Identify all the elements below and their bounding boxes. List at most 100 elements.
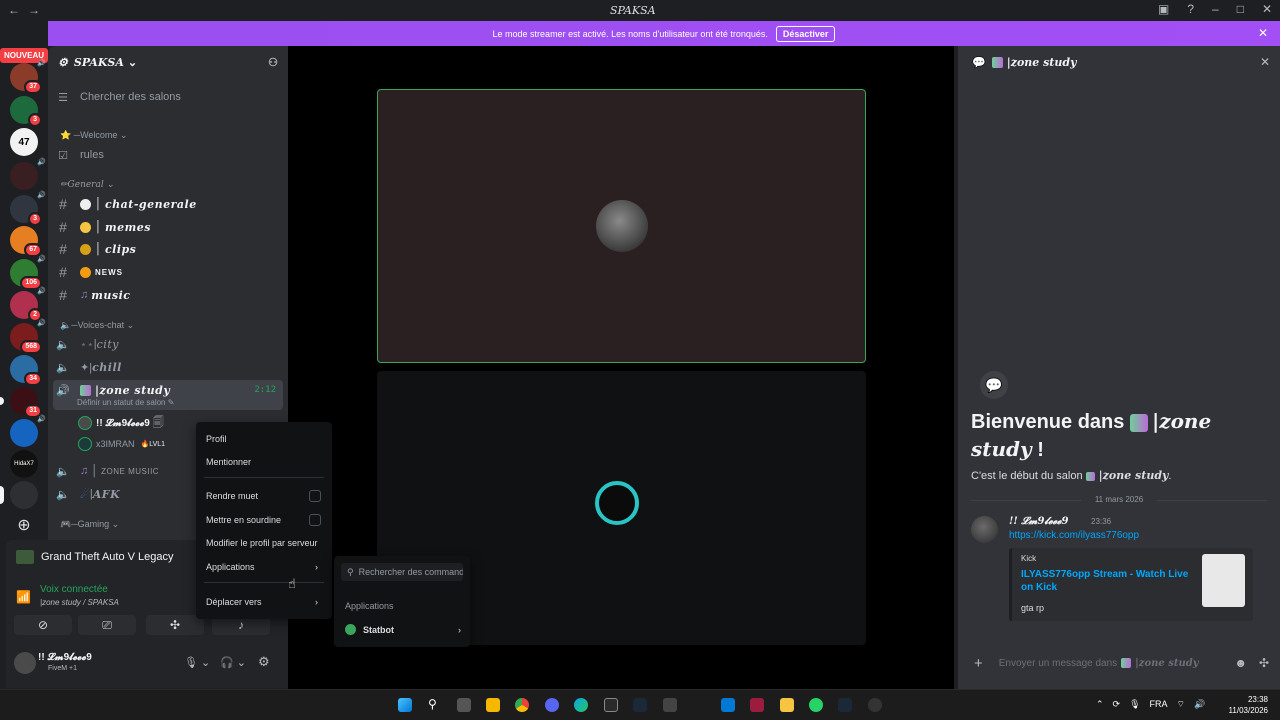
server-icon[interactable]: 67 bbox=[10, 226, 42, 257]
menu-item-profil[interactable]: Profil bbox=[206, 431, 324, 447]
nav-buttons[interactable]: ←→ bbox=[8, 3, 48, 17]
outlook-icon[interactable] bbox=[721, 698, 735, 712]
steam-icon[interactable] bbox=[838, 698, 852, 712]
chrome-icon[interactable] bbox=[515, 698, 529, 712]
avatar[interactable] bbox=[971, 516, 998, 543]
category-welcome[interactable]: ⭐ ─Welcome ⌄ bbox=[60, 130, 128, 141]
app-icon[interactable] bbox=[868, 698, 882, 712]
server-icon[interactable]: 🔊 568 bbox=[10, 320, 46, 354]
close-banner-icon[interactable]: ✕ bbox=[1258, 26, 1268, 40]
message-link[interactable]: https://kick.com/ilyass776opp bbox=[1009, 530, 1139, 541]
avatar[interactable] bbox=[14, 652, 36, 674]
channel-chill[interactable]: 🔈 ✦| chill bbox=[56, 356, 280, 378]
search-icon[interactable]: ⚲ bbox=[428, 698, 442, 712]
server-icon[interactable]: 🔊 2 bbox=[10, 288, 46, 322]
disable-streamer-button[interactable]: Désactiver bbox=[775, 25, 836, 42]
whatsapp-icon[interactable] bbox=[809, 698, 823, 712]
plus-icon[interactable]: + bbox=[974, 655, 983, 672]
emoji-icon[interactable]: ☻ bbox=[1234, 656, 1247, 670]
server-icon[interactable]: 🔊 3 bbox=[10, 192, 46, 226]
discord-icon[interactable] bbox=[545, 698, 559, 712]
command-search[interactable]: ⚲ Rechercher des commandes bbox=[341, 563, 463, 581]
server-icon[interactable]: HidaX7 bbox=[10, 450, 38, 478]
server-icon[interactable]: 🔊 bbox=[10, 416, 46, 447]
checkbox[interactable] bbox=[309, 514, 321, 526]
category-gaming[interactable]: 🎮─Gaming ⌄ bbox=[60, 519, 119, 530]
channel-news[interactable]: # NEWS bbox=[56, 261, 280, 283]
screen-share-button[interactable]: ⎚ bbox=[78, 615, 136, 635]
clock[interactable]: 23:38 11/03/2026 bbox=[1229, 694, 1268, 716]
microphone-icon[interactable]: 🎙 ⌄ bbox=[184, 656, 210, 669]
server-icon[interactable]: 🔊 bbox=[10, 159, 46, 190]
server-icon[interactable]: 🔊 37 bbox=[10, 60, 46, 94]
app-icon[interactable] bbox=[750, 698, 764, 712]
menu-item-rendre-muet[interactable]: Rendre muet bbox=[206, 488, 324, 504]
rockstar-icon[interactable] bbox=[486, 698, 500, 712]
add-server-icon[interactable]: ⊕ bbox=[10, 513, 38, 541]
user-name[interactable]: !! 𝓛𝓶9𝓵𝓮𝓮𝓮9 bbox=[38, 652, 92, 663]
microphone-icon[interactable]: 🎙 bbox=[1129, 699, 1140, 710]
chat-bubble-icon: 💬 bbox=[972, 55, 986, 69]
help-icon[interactable]: ? bbox=[1187, 2, 1194, 16]
channel-chat-generale[interactable]: # │ chat-generale bbox=[56, 193, 280, 215]
wifi-icon[interactable]: ⌔ bbox=[1177, 699, 1185, 710]
participant-tile[interactable] bbox=[377, 89, 866, 363]
channel-city[interactable]: 🔈 ⋆⋆ | city bbox=[56, 333, 280, 355]
task-view-icon[interactable] bbox=[457, 698, 471, 712]
edge-icon[interactable] bbox=[574, 698, 588, 712]
guild-header[interactable]: ⚙ SPAKSA ⌄ ⚇ bbox=[48, 46, 288, 78]
menu-item-sourdine[interactable]: Mettre en sourdine bbox=[206, 512, 324, 528]
minimize-icon[interactable]: – bbox=[1212, 2, 1219, 16]
message-input[interactable]: + Envoyer un message dans |zone study ☻ … bbox=[968, 650, 1273, 676]
chevron-up-icon[interactable]: ⌃ bbox=[1096, 699, 1104, 710]
category-voices[interactable]: 🔈─Voices-chat ⌄ bbox=[60, 320, 134, 331]
menu-item-applications[interactable]: Applications › bbox=[206, 559, 324, 575]
channel-music[interactable]: # ♫ music bbox=[56, 284, 280, 306]
channel-memes[interactable]: # │ memes bbox=[56, 216, 280, 238]
add-member-icon[interactable]: ⚇ bbox=[268, 56, 278, 69]
language-indicator[interactable]: FRA bbox=[1150, 699, 1168, 710]
inbox-icon[interactable]: ▣ bbox=[1158, 2, 1169, 16]
voice-channel-path[interactable]: |zone study / SPAKSA bbox=[40, 598, 119, 607]
headphones-icon[interactable]: 🎧 ⌄ bbox=[220, 656, 246, 669]
checkbox[interactable] bbox=[309, 490, 321, 502]
channel-status-setter[interactable]: Définir un statut de salon ✎ bbox=[77, 398, 174, 407]
apps-icon[interactable]: ✣ bbox=[1259, 656, 1269, 670]
activities-button[interactable]: ✣ bbox=[146, 615, 204, 635]
steam-icon[interactable] bbox=[633, 698, 647, 712]
store-icon[interactable] bbox=[663, 698, 677, 712]
channel-rules[interactable]: ☑ rules bbox=[56, 144, 280, 166]
maximize-icon[interactable]: □ bbox=[1237, 2, 1244, 16]
close-icon[interactable]: ✕ bbox=[1260, 55, 1270, 69]
menu-item-statbot[interactable]: Statbot › bbox=[345, 624, 461, 635]
activity-game[interactable]: Grand Theft Auto V Legacy bbox=[41, 551, 174, 563]
submenu-section: Applications bbox=[345, 601, 394, 611]
message-author[interactable]: !! 𝓛𝓶9𝓵𝓮𝓮𝓮9 bbox=[1009, 516, 1068, 527]
volume-icon[interactable]: 🔊 bbox=[1194, 699, 1205, 710]
close-window-icon[interactable]: ✕ bbox=[1262, 2, 1272, 16]
menu-item-deplacer[interactable]: Déplacer vers › bbox=[206, 594, 324, 610]
channel-search[interactable]: ☰ Chercher des salons bbox=[56, 86, 280, 108]
start-icon[interactable] bbox=[398, 698, 412, 712]
gear-icon[interactable]: ⚙ bbox=[258, 654, 270, 670]
menu-item-mentionner[interactable]: Mentionner bbox=[206, 454, 324, 470]
embed-title[interactable]: ILYASS776opp Stream - Watch Live on Kick bbox=[1021, 568, 1189, 594]
server-icon[interactable]: 47 bbox=[10, 128, 38, 156]
server-icon[interactable]: 34 bbox=[10, 355, 42, 386]
server-icon[interactable] bbox=[0, 481, 38, 509]
category-general[interactable]: ✏General ⌄ bbox=[60, 180, 114, 190]
embed-provider: Kick bbox=[1021, 554, 1037, 563]
server-icon[interactable]: 31 bbox=[0, 387, 42, 418]
voice-connected[interactable]: Voix connectée bbox=[40, 584, 108, 595]
epic-games-icon[interactable] bbox=[604, 698, 618, 712]
embed-thumbnail[interactable] bbox=[1202, 554, 1245, 607]
file-explorer-icon[interactable] bbox=[780, 698, 794, 712]
chevron-right-icon: › bbox=[458, 624, 461, 635]
shock-emoji-icon bbox=[80, 266, 91, 278]
sync-icon[interactable]: ⟳ bbox=[1113, 699, 1121, 710]
server-icon[interactable]: 3 bbox=[10, 96, 42, 127]
channel-clips[interactable]: # │ clips bbox=[56, 238, 280, 260]
camera-off-button[interactable]: ⊘ bbox=[14, 615, 72, 635]
menu-item-modifier-profil[interactable]: Modifier le profil par serveur bbox=[206, 535, 324, 551]
server-icon[interactable]: 🔊 106 bbox=[10, 256, 46, 290]
